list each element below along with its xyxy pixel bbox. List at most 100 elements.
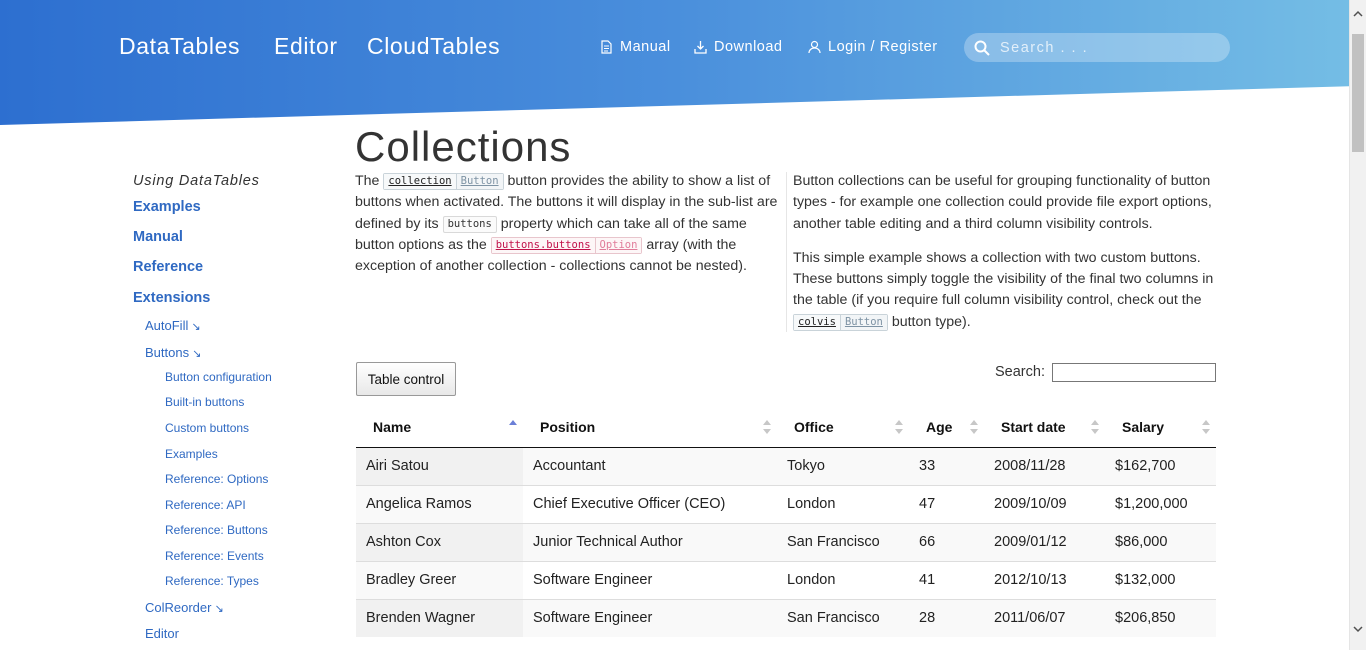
sidebar-item-reference-events[interactable]: Reference: Events [165, 549, 264, 563]
sidebar-item-autofill-label: AutoFill [145, 318, 189, 333]
site-search [964, 33, 1230, 62]
download-icon [694, 41, 707, 54]
nav-download-link[interactable]: Download [694, 39, 783, 55]
scroll-down-icon[interactable] [1353, 624, 1363, 634]
colvis-button-tag[interactable]: colvis Button [793, 313, 888, 331]
sidebar-item-buttons[interactable]: Buttons ↘ [145, 345, 201, 360]
sidebar-item-built-in-buttons[interactable]: Built-in buttons [165, 395, 244, 409]
nav-login-link[interactable]: Login / Register [808, 39, 938, 55]
document-icon [601, 40, 612, 54]
cell-office: London [777, 560, 909, 599]
sidebar-item-custom-buttons[interactable]: Custom buttons [165, 421, 249, 435]
sidebar-item-editor[interactable]: Editor [145, 626, 179, 641]
table-search-input[interactable] [1052, 363, 1216, 382]
brand-datatables-link[interactable]: DataTables [119, 33, 240, 60]
cell-position: Accountant [523, 447, 777, 485]
scroll-up-icon[interactable] [1353, 9, 1363, 19]
text: button type). [891, 313, 971, 330]
header-label: Salary [1122, 419, 1165, 436]
cell-position: Software Engineer [523, 560, 777, 599]
header-label: Position [540, 419, 596, 436]
table-body: Airi Satou Accountant Tokyo 33 2008/11/28 $16… [356, 447, 1216, 637]
header-name[interactable]: Name [356, 408, 523, 448]
expand-arrow-icon: ↘ [214, 603, 224, 615]
sort-ascending-icon [509, 420, 517, 425]
sidebar-item-examples-sub[interactable]: Examples [165, 447, 218, 461]
sidebar-item-colreorder[interactable]: ColReorder ↘ [145, 600, 224, 615]
search-icon [974, 40, 990, 56]
sidebar-item-examples[interactable]: Examples [133, 199, 201, 215]
sidebar-item-extensions[interactable]: Extensions [133, 290, 210, 306]
tag-type: Button [839, 314, 887, 330]
table-row[interactable]: Airi Satou Accountant Tokyo 33 2008/11/28 $16… [356, 447, 1216, 485]
sidebar-item-button-configuration[interactable]: Button configuration [165, 370, 272, 384]
cell-start-date: 2011/06/07 [984, 598, 1105, 637]
expand-arrow-icon: ↘ [191, 321, 201, 333]
sidebar-item-reference-types[interactable]: Reference: Types [165, 574, 259, 588]
sidebar-item-reference[interactable]: Reference [133, 259, 203, 275]
sort-both-icon [895, 420, 903, 434]
cell-age: 28 [909, 598, 984, 637]
header-salary[interactable]: Salary [1105, 408, 1216, 448]
site-header [0, 0, 1349, 125]
header-office[interactable]: Office [777, 408, 909, 448]
page: DataTables Editor CloudTables Manual Dow… [0, 0, 1366, 650]
sidebar-item-autofill[interactable]: AutoFill ↘ [145, 318, 201, 333]
scrollbar-thumb[interactable] [1352, 34, 1364, 152]
cell-salary: $162,700 [1105, 447, 1216, 485]
cell-office: Tokyo [777, 447, 909, 485]
header-age[interactable]: Age [909, 408, 984, 448]
collection-button-tag[interactable]: collection Button [383, 173, 504, 190]
table-row[interactable]: Brenden Wagner Software Engineer San Franc… [356, 598, 1216, 637]
cell-age: 66 [909, 522, 984, 561]
buttons-buttons-option-tag[interactable]: buttons.buttons Option [490, 236, 643, 254]
cell-name: Angelica Ramos [356, 484, 523, 523]
table-row[interactable]: Bradley Greer Software Engineer London 41 20… [356, 560, 1216, 599]
nav-manual-label: Manual [620, 39, 671, 55]
buttons-code: buttons [442, 215, 497, 233]
sidebar-item-reference-buttons[interactable]: Reference: Buttons [165, 523, 268, 537]
site-search-input[interactable] [998, 38, 1218, 57]
cell-age: 47 [909, 484, 984, 523]
sort-both-icon [763, 420, 771, 434]
cell-salary: $132,000 [1105, 560, 1216, 599]
nav-manual-link[interactable]: Manual [600, 39, 671, 55]
expand-arrow-icon: ↘ [192, 348, 202, 360]
page-scrollbar[interactable] [1349, 0, 1366, 650]
sidebar-item-reference-options[interactable]: Reference: Options [165, 472, 268, 486]
header-label: Start date [1001, 419, 1066, 436]
table-header-row: Name Position Office Age Start date Sala… [356, 408, 1216, 448]
sidebar-item-buttons-label: Buttons [145, 345, 190, 360]
employees-table: Name Position Office Age Start date Sala… [356, 408, 1216, 637]
table-control-button[interactable]: Table control [356, 362, 456, 396]
brand-cloudtables-link[interactable]: CloudTables [367, 33, 500, 60]
intro-paragraph: This simple example shows a collection w… [793, 248, 1218, 333]
sort-both-icon [970, 420, 978, 434]
header-label: Office [794, 419, 834, 436]
header-start-date[interactable]: Start date [984, 408, 1105, 448]
cell-name: Ashton Cox [356, 522, 523, 561]
text: The [355, 173, 380, 189]
sort-both-icon [1202, 420, 1210, 434]
table-row[interactable]: Angelica Ramos Chief Executive Officer (C… [356, 484, 1216, 523]
cell-start-date: 2012/10/13 [984, 560, 1105, 599]
sort-both-icon [1091, 420, 1099, 434]
cell-start-date: 2009/10/09 [984, 484, 1105, 523]
header-label: Name [373, 419, 412, 436]
text: This simple example shows a collection w… [793, 249, 1214, 309]
tag-type: Button [455, 174, 503, 189]
intro-left-column: The collection Button button provides the… [355, 171, 781, 290]
tag-name: buttons.buttons [491, 237, 595, 253]
nav-login-label: Login / Register [828, 39, 938, 55]
page-title: Collections [355, 123, 572, 170]
header-position[interactable]: Position [523, 408, 777, 448]
brand-editor-link[interactable]: Editor [274, 33, 338, 60]
sidebar-item-reference-api[interactable]: Reference: API [165, 498, 246, 512]
intro-right-column: Button collections can be useful for gro… [793, 171, 1218, 346]
cell-age: 41 [909, 560, 984, 599]
table-row[interactable]: Ashton Cox Junior Technical Author San Fra… [356, 522, 1216, 561]
sidebar-item-colreorder-label: ColReorder [145, 600, 212, 615]
sidebar-item-manual[interactable]: Manual [133, 229, 183, 245]
cell-salary: $86,000 [1105, 522, 1216, 561]
cell-office: London [777, 484, 909, 523]
